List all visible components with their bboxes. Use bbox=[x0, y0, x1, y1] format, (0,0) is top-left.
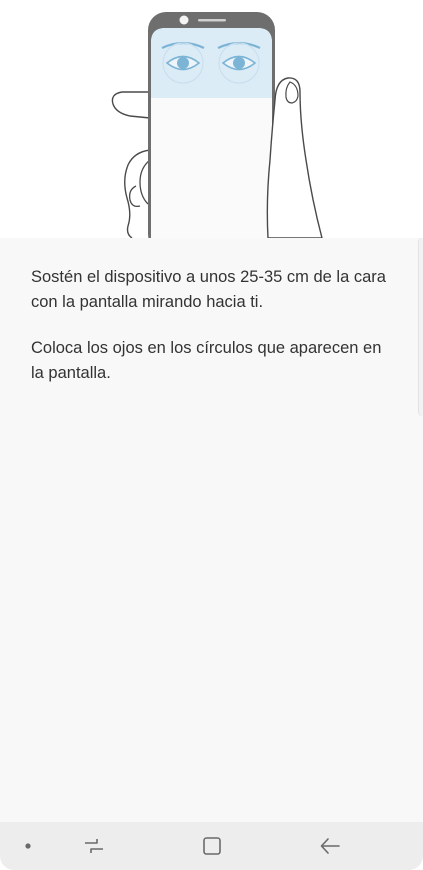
phone-speaker bbox=[198, 19, 226, 22]
instructions-panel: Sostén el dispositivo a unos 25-35 cm de… bbox=[0, 238, 423, 822]
left-finger bbox=[111, 91, 151, 119]
instruction-distance: Sostén el dispositivo a unos 25-35 cm de… bbox=[31, 268, 386, 311]
navigation-bar bbox=[0, 822, 423, 870]
home-icon bbox=[203, 837, 221, 855]
back-button[interactable] bbox=[304, 822, 356, 870]
instruction-eyes: Coloca los ojos en los círculos que apar… bbox=[31, 339, 382, 382]
recents-button[interactable] bbox=[68, 822, 120, 870]
back-arrow-icon bbox=[320, 838, 340, 854]
dot-icon bbox=[25, 843, 31, 849]
hand-holding-phone-illustration bbox=[111, 12, 323, 238]
recents-icon bbox=[85, 839, 103, 853]
left-knuckle bbox=[128, 185, 141, 208]
nav-dot-button[interactable] bbox=[14, 822, 42, 870]
home-button[interactable] bbox=[186, 822, 238, 870]
phone-camera-icon bbox=[179, 15, 189, 25]
edge-panel-handle[interactable] bbox=[418, 238, 423, 416]
phone-illustration bbox=[0, 0, 423, 238]
iris-setup-screen: Sostén el dispositivo a unos 25-35 cm de… bbox=[0, 0, 423, 870]
